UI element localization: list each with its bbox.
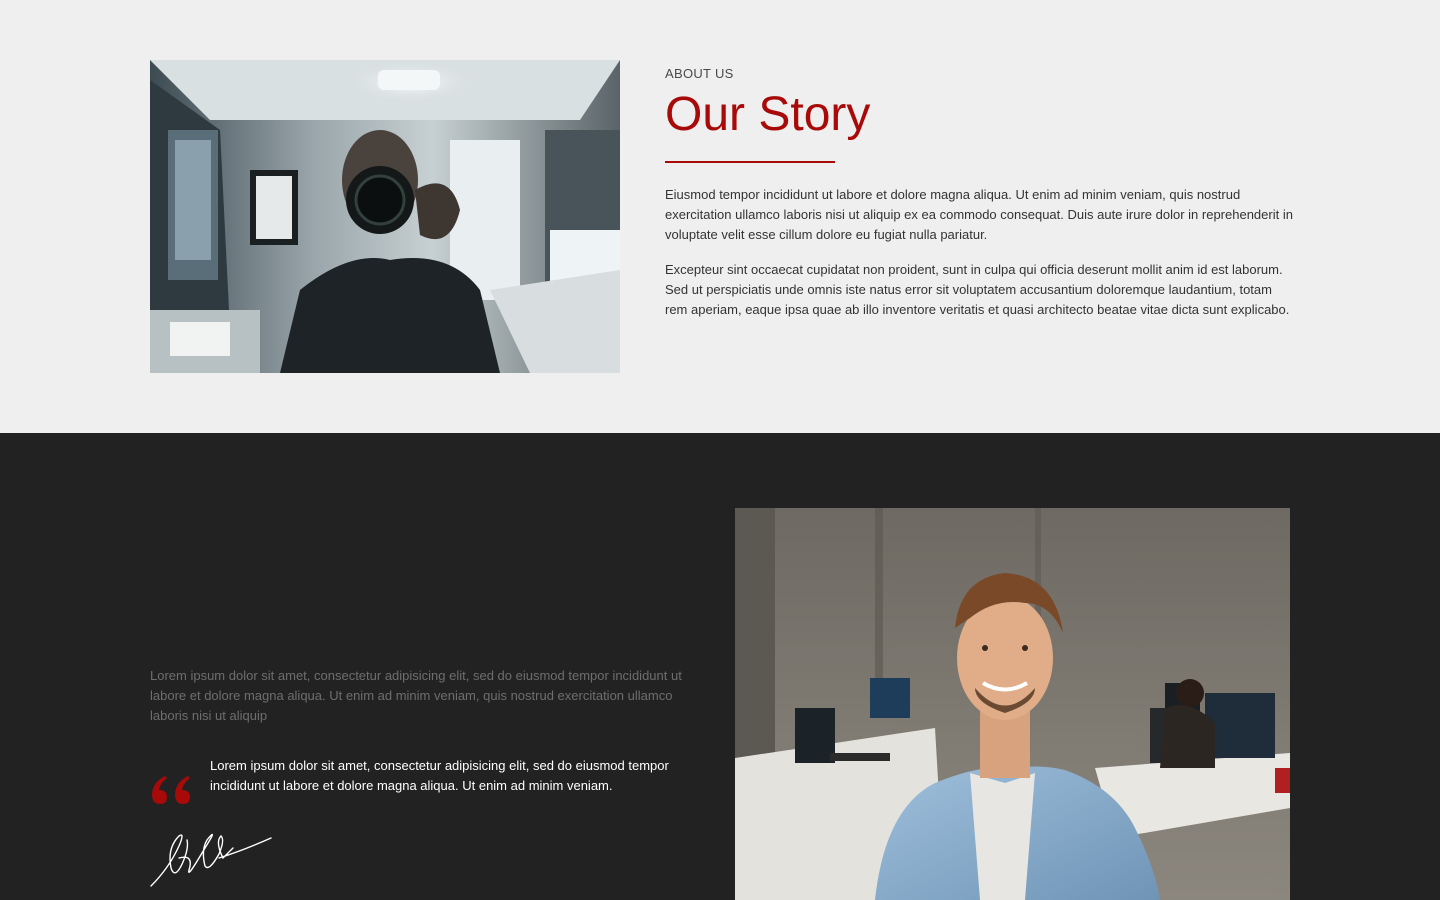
title-underline (665, 161, 835, 163)
testimonial-intro: Lorem ipsum dolor sit amet, consectetur … (150, 668, 682, 723)
signature-image (149, 818, 273, 890)
testimonial-quote: Lorem ipsum dolor sit amet, consectetur … (210, 758, 669, 793)
team-member-photo (735, 508, 1290, 900)
testimonial-section: Lorem ipsum dolor sit amet, consectetur … (0, 433, 1440, 900)
about-section: ABOUT US Our Story Eiusmod tempor incidi… (0, 0, 1440, 433)
photographer-photo (150, 60, 620, 373)
about-paragraph-2: Excepteur sint occaecat cupidatat non pr… (665, 262, 1290, 317)
about-paragraph-1: Eiusmod tempor incididunt ut labore et d… (665, 187, 1293, 242)
section-eyebrow: ABOUT US (665, 66, 734, 81)
quote-icon (149, 772, 193, 806)
section-title: Our Story (665, 88, 871, 141)
about-content: ABOUT US Our Story Eiusmod tempor incidi… (665, 60, 1295, 320)
